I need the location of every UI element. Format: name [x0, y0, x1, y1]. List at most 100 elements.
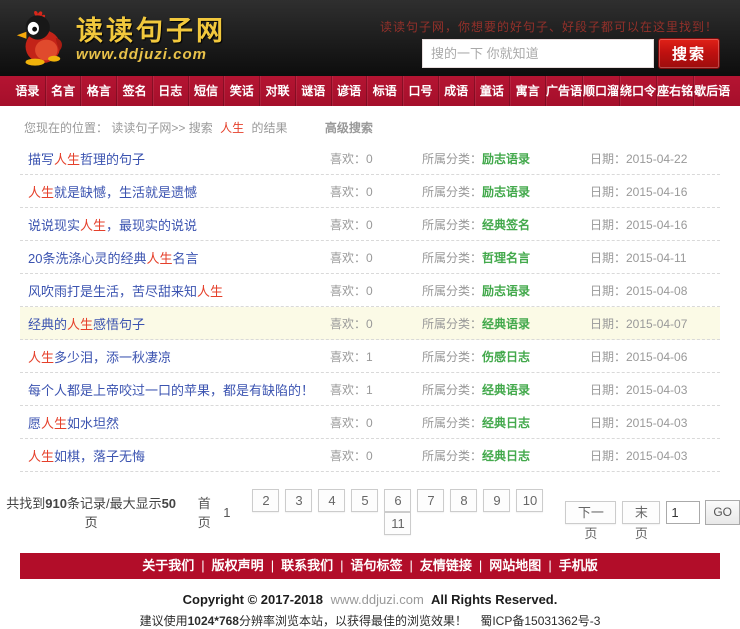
- result-row: 经典的人生感悟句子喜欢：0所属分类：经典语录日期：2015-04-07: [20, 307, 720, 340]
- pagination-page-8[interactable]: 8: [450, 489, 477, 512]
- nav-item-5[interactable]: 日志: [153, 76, 189, 106]
- search-bar: 搜索: [422, 38, 720, 69]
- footer-link-5[interactable]: 友情链接: [420, 558, 472, 573]
- footer-link-3[interactable]: 联系我们: [281, 558, 333, 573]
- pagination-page-4[interactable]: 4: [318, 489, 345, 512]
- result-likes: 喜欢：0: [330, 315, 422, 332]
- search-button[interactable]: 搜索: [658, 38, 720, 69]
- nav-item-9[interactable]: 谜语: [296, 76, 332, 106]
- result-title-link[interactable]: 风吹雨打是生活，苦尽甜来知人生: [20, 281, 330, 300]
- nav-item-11[interactable]: 标语: [367, 76, 403, 106]
- result-category: 所属分类：经典签名: [422, 216, 590, 233]
- footer-link-4[interactable]: 语句标签: [350, 558, 402, 573]
- pagination-current-page: 1: [223, 505, 230, 520]
- result-category-link[interactable]: 伤感日志: [482, 350, 530, 364]
- footer-separator: |: [271, 558, 274, 573]
- result-likes: 喜欢：1: [330, 348, 422, 365]
- result-date: 日期：2015-04-03: [590, 447, 720, 464]
- pagination-page-5[interactable]: 5: [351, 489, 378, 512]
- site-url: www.ddjuzi.com: [76, 46, 226, 63]
- result-date: 日期：2015-04-03: [590, 414, 720, 431]
- nav-item-20[interactable]: 歇后语: [694, 76, 730, 106]
- result-date: 日期：2015-04-16: [590, 183, 720, 200]
- nav-item-13[interactable]: 成语: [439, 76, 475, 106]
- result-row: 愿人生如水坦然喜欢：0所属分类：经典日志日期：2015-04-03: [20, 406, 720, 439]
- result-date: 日期：2015-04-08: [590, 282, 720, 299]
- pagination-go-button[interactable]: GO: [705, 500, 740, 525]
- result-title-link[interactable]: 20条洗涤心灵的经典人生名言: [20, 248, 330, 267]
- highlighted-keyword: 人生: [80, 218, 106, 233]
- pagination-page-7[interactable]: 7: [417, 489, 444, 512]
- nav-item-7[interactable]: 笑话: [224, 76, 260, 106]
- result-category: 所属分类：经典日志: [422, 447, 590, 464]
- result-title-link[interactable]: 经典的人生感悟句子: [20, 314, 330, 333]
- result-likes: 喜欢：0: [330, 183, 422, 200]
- breadcrumb-action: 搜索: [189, 121, 213, 135]
- result-row: 20条洗涤心灵的经典人生名言喜欢：0所属分类：哲理名言日期：2015-04-11: [20, 241, 720, 274]
- result-title-link[interactable]: 人生多少泪，添一秋凄凉: [20, 347, 330, 366]
- result-category-link[interactable]: 励志语录: [482, 152, 530, 166]
- nav-item-6[interactable]: 短信: [189, 76, 225, 106]
- nav-item-2[interactable]: 名言: [46, 76, 82, 106]
- footer-link-bar: 关于我们|版权声明|联系我们|语句标签|友情链接|网站地图|手机版: [20, 553, 720, 579]
- advanced-search-link[interactable]: 高级搜索: [325, 121, 373, 135]
- footer-separator: |: [548, 558, 551, 573]
- result-category-link[interactable]: 经典语录: [482, 317, 530, 331]
- result-title-link[interactable]: 愿人生如水坦然: [20, 413, 330, 432]
- breadcrumb: 您现在的位置： 读读句子网>> 搜索 人生 的结果 高级搜索: [24, 119, 720, 136]
- nav-item-10[interactable]: 谚语: [332, 76, 368, 106]
- nav-item-16[interactable]: 广告语: [546, 76, 583, 106]
- result-likes: 喜欢：0: [330, 414, 422, 431]
- result-title-link[interactable]: 人生如棋，落子无悔: [20, 446, 330, 465]
- logo-text: 读读句子网 www.ddjuzi.com: [76, 16, 226, 63]
- result-title-link[interactable]: 说说现实人生，最现实的说说: [20, 215, 330, 234]
- result-category-link[interactable]: 哲理名言: [482, 251, 530, 265]
- highlighted-keyword: 人生: [54, 152, 80, 167]
- result-likes: 喜欢：0: [330, 150, 422, 167]
- footer-link-6[interactable]: 网站地图: [489, 558, 541, 573]
- footer-link-7[interactable]: 手机版: [559, 558, 598, 573]
- nav-item-15[interactable]: 寓言: [510, 76, 546, 106]
- footer-link-2[interactable]: 版权声明: [212, 558, 264, 573]
- result-date: 日期：2015-04-22: [590, 150, 720, 167]
- pagination-jump-input[interactable]: [666, 501, 700, 524]
- result-title-link[interactable]: 每个人都是上帝咬过一口的苹果，都是有缺陷的！: [20, 380, 330, 399]
- result-category-link[interactable]: 经典日志: [482, 416, 530, 430]
- pagination-page-10[interactable]: 10: [516, 489, 543, 512]
- pagination-page-3[interactable]: 3: [285, 489, 312, 512]
- result-category: 所属分类：励志语录: [422, 183, 590, 200]
- pagination-page-9[interactable]: 9: [483, 489, 510, 512]
- nav-item-1[interactable]: 语录: [10, 76, 46, 106]
- pagination-page-6[interactable]: 6: [384, 489, 411, 512]
- site-logo[interactable]: 读读句子网 www.ddjuzi.com: [16, 8, 226, 71]
- result-category-link[interactable]: 经典日志: [482, 449, 530, 463]
- search-input[interactable]: [422, 39, 654, 68]
- pagination-page-11[interactable]: 11: [384, 512, 411, 535]
- breadcrumb-site-link[interactable]: 读读句子网>>: [111, 121, 185, 135]
- pagination: 共找到910条记录/最大显示50页 首页 1 234567891011 下一页 …: [0, 489, 740, 535]
- result-row: 人生如棋，落子无悔喜欢：0所属分类：经典日志日期：2015-04-03: [20, 439, 720, 472]
- site-name: 读读句子网: [76, 16, 226, 46]
- pagination-last[interactable]: 末页: [622, 501, 660, 524]
- nav-item-19[interactable]: 座右铭: [657, 76, 694, 106]
- result-title-link[interactable]: 人生就是缺憾，生活就是遗憾: [20, 182, 330, 201]
- nav-item-3[interactable]: 格言: [81, 76, 117, 106]
- nav-item-4[interactable]: 签名: [117, 76, 153, 106]
- nav-item-12[interactable]: 口号: [403, 76, 439, 106]
- pagination-next[interactable]: 下一页: [565, 501, 616, 524]
- result-title-link[interactable]: 描写人生哲理的句子: [20, 149, 330, 168]
- result-category-link[interactable]: 经典语录: [482, 383, 530, 397]
- pagination-first[interactable]: 首页: [191, 493, 217, 531]
- pagination-page-2[interactable]: 2: [252, 489, 279, 512]
- result-likes: 喜欢：0: [330, 216, 422, 233]
- nav-item-17[interactable]: 顺口溜: [583, 76, 620, 106]
- highlighted-keyword: 人生: [28, 350, 54, 365]
- result-category-link[interactable]: 经典签名: [482, 218, 530, 232]
- result-category-link[interactable]: 励志语录: [482, 185, 530, 199]
- icp-license-link[interactable]: 蜀ICP备15031362号-3: [480, 614, 600, 628]
- nav-item-18[interactable]: 绕口令: [620, 76, 657, 106]
- footer-link-1[interactable]: 关于我们: [142, 558, 194, 573]
- nav-item-14[interactable]: 童话: [475, 76, 511, 106]
- result-category-link[interactable]: 励志语录: [482, 284, 530, 298]
- nav-item-8[interactable]: 对联: [260, 76, 296, 106]
